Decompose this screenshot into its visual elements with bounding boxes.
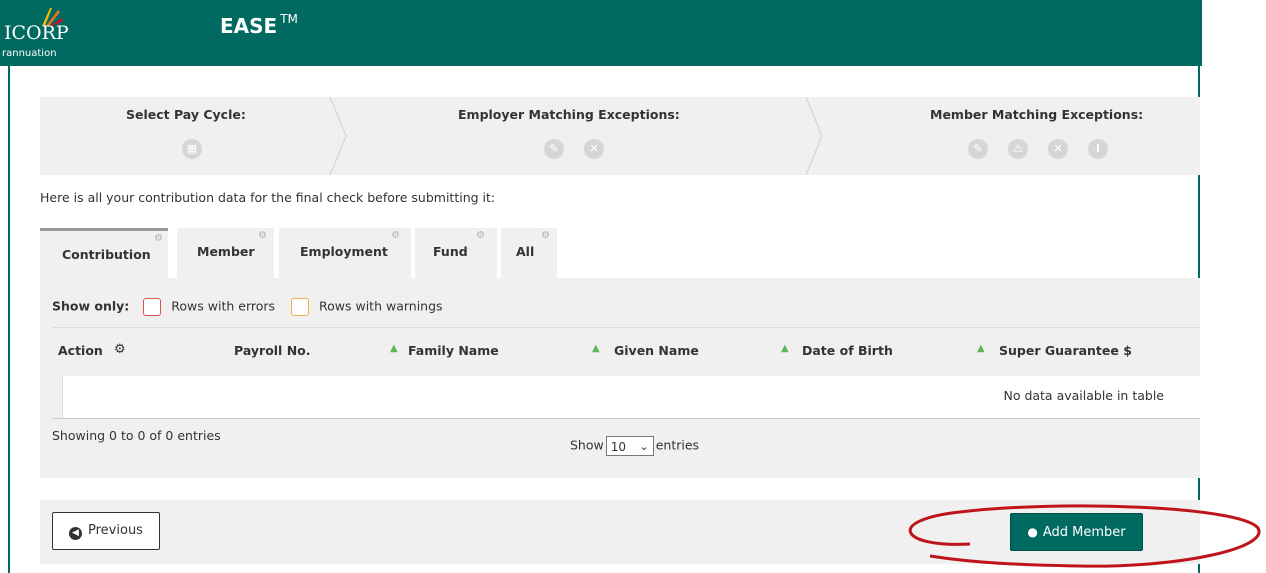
col-super-guarantee[interactable]: Super Guarantee $ <box>999 343 1132 358</box>
table-body: No data available in table <box>52 376 1200 419</box>
app-title-text: EASE <box>220 14 278 38</box>
gear-icon[interactable]: ⚙ <box>541 230 550 241</box>
info-icon[interactable]: i <box>1088 139 1108 159</box>
step-employer-matching[interactable]: Employer Matching Exceptions: <box>458 107 680 122</box>
col-date-of-birth[interactable]: Date of Birth <box>802 343 893 358</box>
trademark-mark: TM <box>280 12 298 26</box>
app-title: EASE TM <box>220 12 298 38</box>
pencil-icon[interactable]: ✎ <box>544 139 564 159</box>
tab-member[interactable]: Member ⚙ <box>177 228 274 278</box>
x-icon[interactable]: ✕ <box>584 139 604 159</box>
user-icon: ● <box>1027 524 1038 539</box>
col-family-name[interactable]: Family Name <box>408 343 499 358</box>
row-edge <box>52 376 63 418</box>
warnings-label: Rows with warnings <box>319 298 443 314</box>
arrow-left-circle-icon: ◀ <box>69 526 83 540</box>
gear-icon[interactable]: ⚙ <box>391 230 400 241</box>
page-length-value: 10 <box>610 440 627 454</box>
warning-icon[interactable]: ⚠ <box>1008 139 1028 159</box>
sort-both-icon[interactable]: ▲ <box>781 343 789 354</box>
step-select-pay-cycle[interactable]: Select Pay Cycle: <box>126 107 246 122</box>
gear-icon[interactable]: ⚙ <box>476 230 485 241</box>
table-header: Action ⚙ Payroll No. ▲ Family Name ▲ Giv… <box>52 327 1200 377</box>
previous-button[interactable]: ◀ Previous <box>52 512 160 550</box>
tab-employment[interactable]: Employment ⚙ <box>279 228 411 278</box>
table-info: Showing 0 to 0 of 0 entries <box>52 428 221 443</box>
sort-both-icon[interactable]: ▲ <box>592 343 600 354</box>
errors-label: Rows with errors <box>171 298 276 314</box>
top-header: ICORP rannuation EASE TM <box>0 0 1202 66</box>
filter-label: Show only: <box>52 298 130 314</box>
wizard-steps: Select Pay Cycle: ▦ Employer Matching Ex… <box>40 97 1200 175</box>
tab-label: Employment <box>300 244 388 259</box>
chevron-down-icon: ⌄ <box>639 440 649 453</box>
warnings-checkbox[interactable] <box>291 298 310 316</box>
page-length-control: Show 10 ⌄ entries <box>570 436 699 456</box>
col-action: Action <box>58 343 103 358</box>
length-prefix: Show <box>570 437 604 453</box>
col-payroll-no[interactable]: Payroll No. <box>234 343 311 358</box>
gear-icon[interactable]: ⚙ <box>154 233 163 244</box>
page-length-select[interactable]: 10 ⌄ <box>605 436 654 456</box>
gear-icon[interactable]: ⚙ <box>114 342 126 357</box>
row-filter: Show only: Rows with errors Rows with wa… <box>52 298 443 316</box>
step-member-matching[interactable]: Member Matching Exceptions: <box>930 107 1143 122</box>
logo-text: ICORP <box>4 22 69 44</box>
errors-checkbox[interactable] <box>143 298 162 316</box>
add-member-label: Add Member <box>1042 524 1126 540</box>
tab-fund[interactable]: Fund ⚙ <box>415 228 497 278</box>
tab-label: Member <box>197 244 255 259</box>
empty-table-message: No data available in table <box>1003 388 1164 403</box>
contribution-table: Action ⚙ Payroll No. ▲ Family Name ▲ Giv… <box>52 327 1200 419</box>
x-icon[interactable]: ✕ <box>1048 139 1068 159</box>
col-given-name[interactable]: Given Name <box>614 343 699 358</box>
tab-label: All <box>516 244 535 259</box>
add-member-button[interactable]: ● Add Member <box>1010 513 1143 551</box>
pencil-icon[interactable]: ✎ <box>968 139 988 159</box>
gear-icon[interactable]: ⚙ <box>258 230 267 241</box>
tab-contribution[interactable]: Contribution ⚙ <box>40 228 168 278</box>
logo-subtitle: rannuation <box>2 48 57 59</box>
sort-asc-icon[interactable]: ▲ <box>390 343 398 354</box>
tab-label: Contribution <box>62 247 151 262</box>
sort-both-icon[interactable]: ▲ <box>977 343 985 354</box>
previous-label: Previous <box>88 522 143 538</box>
intro-text: Here is all your contribution data for t… <box>40 190 496 205</box>
calendar-icon: ▦ <box>182 139 202 159</box>
length-suffix: entries <box>655 437 700 453</box>
tab-label: Fund <box>433 244 468 259</box>
tab-all[interactable]: All ⚙ <box>501 228 557 278</box>
